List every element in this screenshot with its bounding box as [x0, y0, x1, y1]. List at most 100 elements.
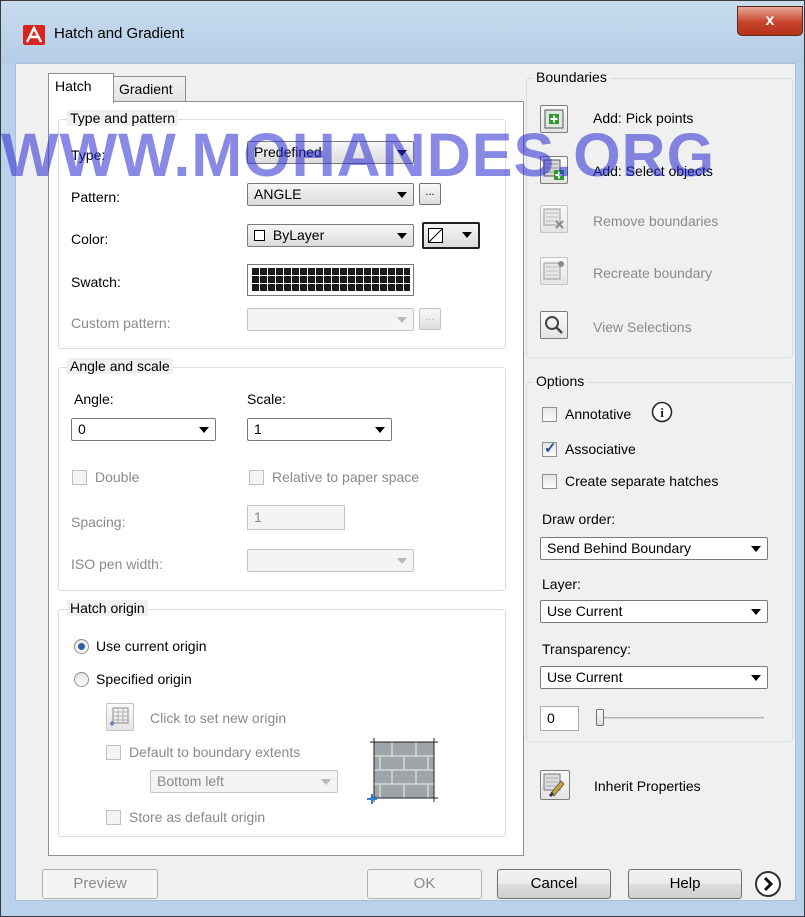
hatch-gradient-dialog: Hatch and Gradient x Hatch Gradient Type… [0, 0, 805, 917]
store-default-origin-label: Store as default origin [129, 809, 266, 825]
angle-label: Angle: [74, 391, 114, 407]
chevron-down-icon [397, 192, 407, 198]
pattern-dropdown[interactable]: ANGLE [247, 183, 414, 206]
hatch-pattern-swatch [251, 268, 410, 292]
remove-boundaries-button[interactable] [540, 205, 568, 233]
inherit-properties-label[interactable]: Inherit Properties [594, 778, 701, 794]
layer-label: Layer: [542, 576, 581, 592]
relative-paper-checkbox[interactable] [249, 470, 264, 485]
help-button[interactable]: Help [628, 869, 742, 899]
layer-value: Use Current [547, 603, 623, 619]
select-objects-icon [543, 159, 564, 180]
close-button[interactable]: x [737, 6, 803, 36]
view-selections-label[interactable]: View Selections [593, 319, 692, 335]
chevron-down-icon [397, 150, 407, 156]
set-origin-button[interactable] [106, 703, 134, 731]
no-fill-icon [428, 228, 443, 243]
group-title: Type and pattern [67, 110, 179, 126]
spacing-label: Spacing: [71, 514, 126, 530]
use-current-origin-label: Use current origin [96, 638, 207, 654]
transparency-value: Use Current [547, 669, 623, 685]
chevron-down-icon [751, 609, 761, 615]
transparency-slider-track[interactable] [598, 717, 764, 719]
add-select-objects-label[interactable]: Add: Select objects [593, 163, 713, 179]
group-title: Options [533, 373, 588, 389]
ok-button[interactable]: OK [367, 869, 482, 899]
color-square-icon [254, 230, 265, 241]
store-default-origin-checkbox[interactable] [106, 810, 121, 825]
transparency-slider-thumb[interactable] [596, 709, 604, 726]
double-label: Double [95, 469, 140, 485]
group-title: Hatch origin [67, 600, 148, 616]
swatch-preview[interactable] [247, 264, 414, 296]
type-label: Type: [71, 147, 106, 163]
associative-label: Associative [565, 441, 636, 457]
chevron-down-icon [321, 779, 331, 785]
title-bar[interactable]: Hatch and Gradient x [1, 1, 804, 63]
color-value: ByLayer [272, 227, 325, 243]
chevron-down-icon [751, 546, 761, 552]
origin-preview-icon [367, 738, 438, 804]
draw-order-label: Draw order: [542, 511, 616, 527]
cancel-button[interactable]: Cancel [497, 869, 611, 899]
double-checkbox[interactable] [72, 470, 87, 485]
tab-gradient[interactable]: Gradient [112, 76, 186, 103]
view-selections-button[interactable] [540, 311, 568, 339]
group-title: Boundaries [533, 69, 610, 85]
iso-pen-width-dropdown[interactable] [247, 549, 414, 572]
annotative-checkbox[interactable] [542, 407, 557, 422]
info-icon[interactable]: i [651, 401, 673, 423]
separate-hatches-checkbox[interactable] [542, 474, 557, 489]
recreate-boundary-button[interactable] [540, 257, 568, 285]
scale-value: 1 [254, 421, 262, 437]
angle-dropdown[interactable]: 0 [71, 418, 216, 441]
group-title: Angle and scale [67, 358, 173, 374]
dialog-body: Hatch Gradient Type and pattern Type: Pr… [15, 63, 796, 901]
remove-boundaries-icon [543, 208, 564, 229]
transparency-dropdown[interactable]: Use Current [540, 666, 768, 689]
custom-pattern-browse-button[interactable]: ... [419, 308, 441, 330]
inherit-properties-button[interactable] [540, 770, 570, 800]
preview-button[interactable]: Preview [42, 869, 158, 899]
associative-checkbox[interactable] [542, 439, 557, 457]
window-title: Hatch and Gradient [54, 25, 185, 42]
spacing-input[interactable]: 1 [247, 505, 345, 530]
add-pick-points-label[interactable]: Add: Pick points [593, 110, 693, 126]
specified-origin-label: Specified origin [96, 671, 192, 687]
extents-position-dropdown[interactable]: Bottom left [150, 770, 338, 793]
specified-origin-radio[interactable] [74, 672, 89, 687]
background-color-dropdown[interactable] [422, 222, 480, 249]
add-select-objects-button[interactable] [540, 156, 568, 184]
autocad-logo-icon [23, 25, 45, 45]
swatch-label: Swatch: [71, 274, 121, 290]
layer-dropdown[interactable]: Use Current [540, 600, 768, 623]
separate-hatches-label: Create separate hatches [565, 473, 719, 489]
color-dropdown[interactable]: ByLayer [247, 224, 414, 247]
chevron-down-icon [751, 675, 761, 681]
custom-pattern-label: Custom pattern: [71, 315, 171, 331]
pattern-label: Pattern: [71, 189, 121, 205]
draw-order-dropdown[interactable]: Send Behind Boundary [540, 537, 768, 560]
type-dropdown[interactable]: Predefined [247, 141, 414, 164]
use-current-origin-radio[interactable] [74, 639, 89, 654]
custom-pattern-dropdown[interactable] [247, 308, 414, 331]
iso-pen-width-label: ISO pen width: [71, 556, 163, 572]
transparency-amount-input[interactable]: 0 [540, 706, 579, 731]
tab-hatch[interactable]: Hatch [48, 73, 114, 103]
recreate-boundary-label[interactable]: Recreate boundary [593, 265, 712, 281]
remove-boundaries-label[interactable]: Remove boundaries [593, 213, 718, 229]
default-boundary-extents-checkbox[interactable] [106, 745, 121, 760]
pattern-browse-button[interactable]: ... [419, 183, 441, 205]
paintbrush-icon [543, 773, 565, 797]
chevron-down-icon [199, 427, 209, 433]
extents-position-value: Bottom left [157, 773, 224, 789]
type-value: Predefined [254, 144, 322, 160]
scale-dropdown[interactable]: 1 [247, 418, 392, 441]
pick-points-icon [544, 109, 564, 129]
add-pick-points-button[interactable] [540, 105, 568, 133]
chevron-down-icon [397, 558, 407, 564]
angle-value: 0 [78, 421, 86, 437]
chevron-down-icon [375, 427, 385, 433]
draw-order-value: Send Behind Boundary [547, 540, 691, 556]
more-options-icon[interactable] [754, 870, 782, 898]
